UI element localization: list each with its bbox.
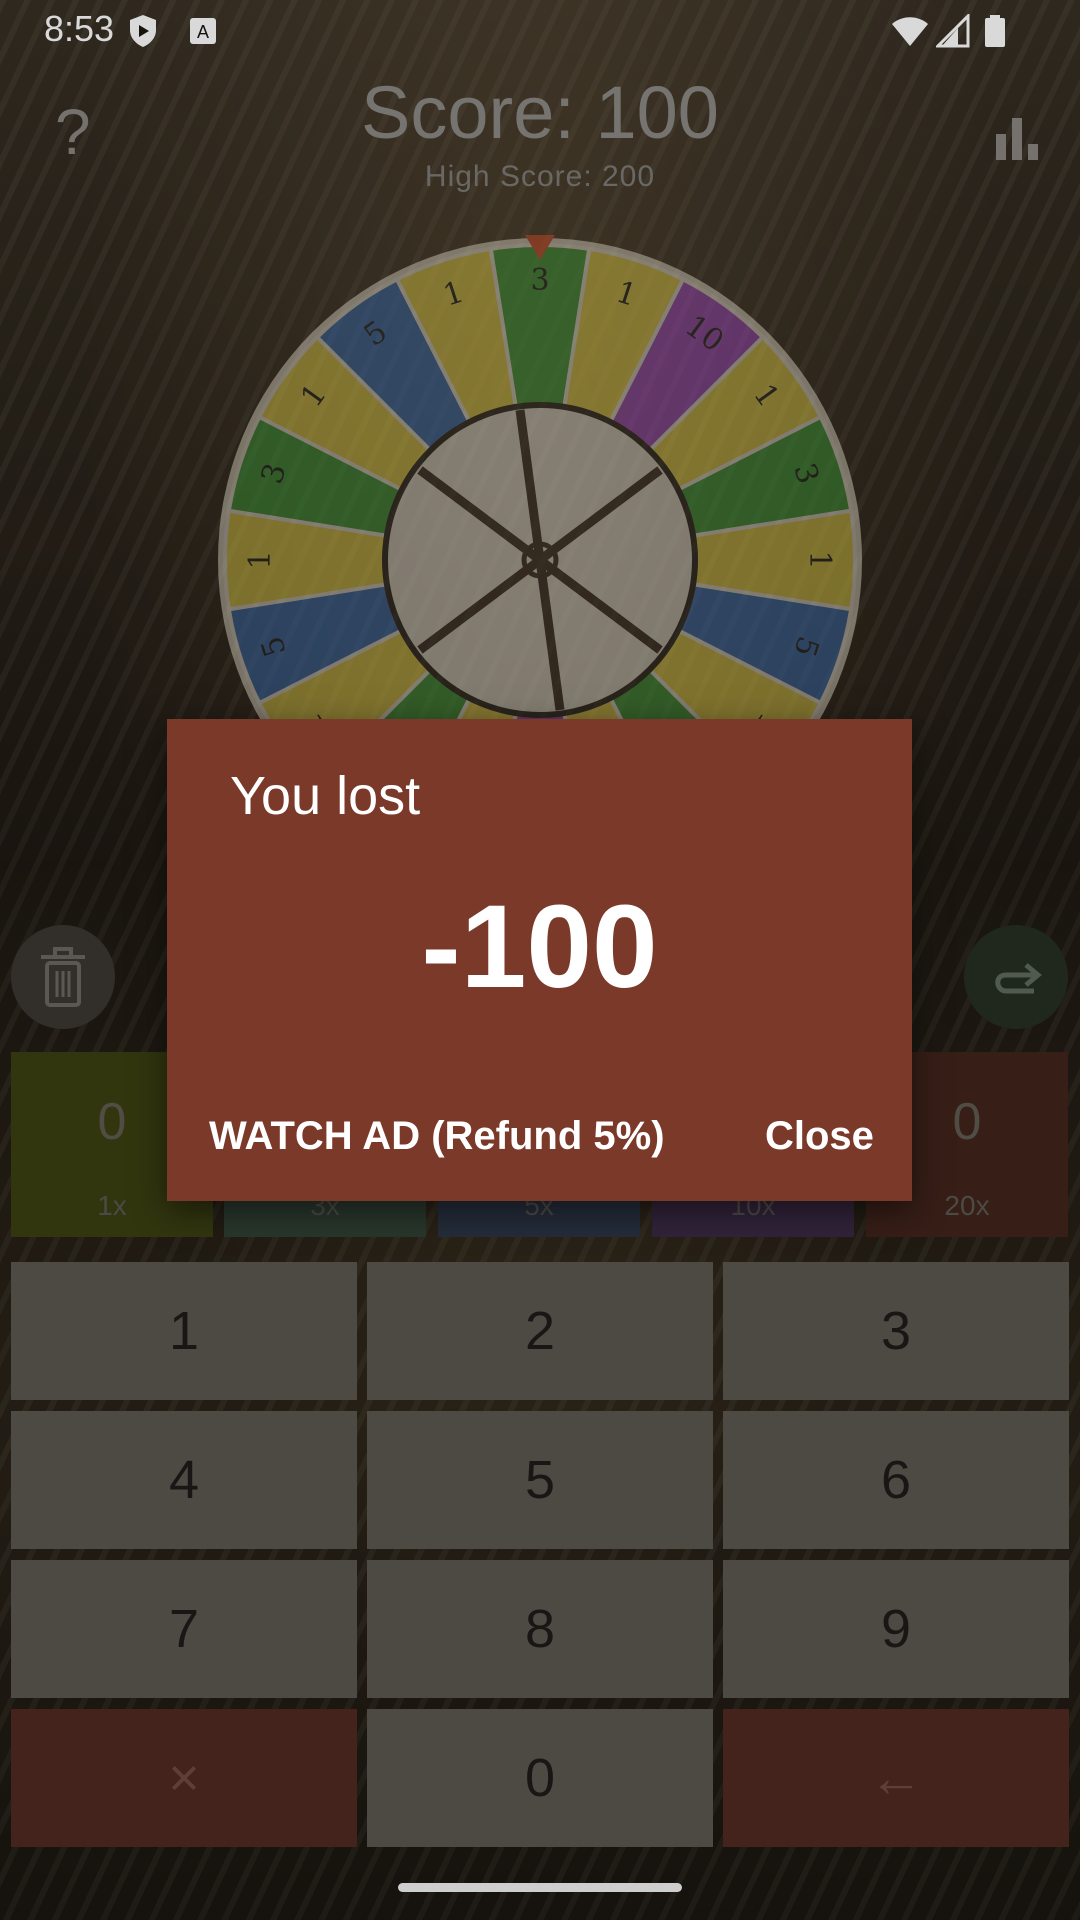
status-bar: 8:53 A <box>0 0 1080 62</box>
trash-icon <box>41 947 85 1007</box>
keyboard-a-icon: A <box>190 18 216 44</box>
shield-icon <box>130 15 156 47</box>
close-button[interactable]: Close <box>765 1114 874 1159</box>
clear-key[interactable]: × <box>11 1709 357 1847</box>
cell-signal-icon <box>936 14 970 48</box>
result-dialog: You lost -100 WATCH AD (Refund 5%) Close <box>167 719 912 1201</box>
key-6[interactable]: 6 <box>723 1411 1069 1549</box>
respin-button[interactable] <box>964 925 1068 1029</box>
key-3[interactable]: 3 <box>723 1262 1069 1400</box>
lost-amount: -100 <box>421 881 658 1013</box>
svg-text:A: A <box>197 22 209 42</box>
status-time: 8:53 <box>44 8 115 49</box>
key-9[interactable]: 9 <box>723 1560 1069 1698</box>
wheel-segment-label: 3 <box>530 263 549 298</box>
key-4[interactable]: 4 <box>11 1411 357 1549</box>
key-0[interactable]: 0 <box>367 1709 713 1847</box>
dialog-title: You lost <box>230 766 421 826</box>
wifi-icon <box>892 17 928 46</box>
watch-ad-button[interactable]: WATCH AD (Refund 5%) <box>209 1114 665 1159</box>
clear-bets-button[interactable] <box>11 925 115 1029</box>
score-label: Score: 100 <box>361 71 719 154</box>
key-5[interactable]: 5 <box>367 1411 713 1549</box>
backspace-key[interactable]: ← <box>723 1709 1069 1847</box>
battery-icon <box>985 15 1005 47</box>
key-8[interactable]: 8 <box>367 1560 713 1698</box>
home-indicator[interactable] <box>398 1883 682 1892</box>
wheel-segment-label: 1 <box>802 550 837 569</box>
key-2[interactable]: 2 <box>367 1262 713 1400</box>
key-1[interactable]: 1 <box>11 1262 357 1400</box>
leaderboard-icon[interactable] <box>994 118 1040 160</box>
redo-arrow-icon <box>995 963 1042 994</box>
high-score-label: High Score: 200 <box>424 160 656 193</box>
wheel-segment-label: 1 <box>243 550 278 569</box>
key-7[interactable]: 7 <box>11 1560 357 1698</box>
